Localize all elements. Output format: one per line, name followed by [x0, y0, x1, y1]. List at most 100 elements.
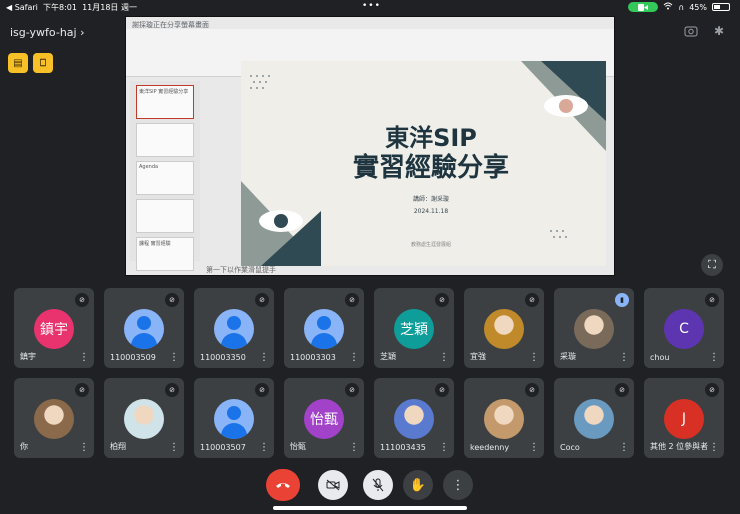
participant-tile[interactable]: ⊘ 芝穎 芝穎 ⋮: [374, 288, 454, 368]
presentation-badge-icon[interactable]: ▤: [8, 53, 28, 73]
back-to-app[interactable]: ◀ Safari: [6, 3, 38, 12]
participant-name: 你: [20, 442, 28, 451]
mic-toggle-button[interactable]: [363, 470, 393, 500]
person-head-icon: [227, 406, 241, 420]
person-body-icon: [221, 423, 247, 439]
participant-name: 芝穎: [380, 352, 396, 361]
more-options-button[interactable]: ⋮: [443, 470, 473, 500]
switch-camera-icon[interactable]: [682, 22, 700, 40]
wifi-icon: [663, 2, 673, 12]
participant-tile[interactable]: ▮ 采璇 ⋮: [554, 288, 634, 368]
shared-screen-status: 第一下以作業滑鼠提手: [206, 266, 276, 274]
slide-footer: 教務處生涯發展組: [410, 242, 451, 248]
mic-muted-icon: ⊘: [435, 383, 449, 397]
participant-name: 其他 2 位參與者: [650, 442, 709, 451]
mic-muted-icon: ⊘: [165, 293, 179, 307]
participant-name: 110003350: [200, 353, 246, 362]
more-vert-icon[interactable]: ⋮: [709, 443, 719, 453]
slide-speaker: 講師：謝采璇: [412, 196, 449, 203]
more-vert-icon[interactable]: ⋮: [349, 443, 359, 453]
avatar: [124, 309, 164, 349]
more-vert-icon[interactable]: ⋮: [709, 353, 719, 363]
more-vert-icon[interactable]: ⋮: [619, 353, 629, 363]
participant-name: 怡甄: [290, 442, 306, 451]
more-vert-icon[interactable]: ⋮: [349, 353, 359, 363]
slide-title-line2: 實習經驗分享: [352, 153, 509, 183]
person-body-icon: [311, 333, 337, 349]
status-left: ◀ Safari 下午8:01 11月18日 週一: [6, 2, 137, 13]
more-vert-icon[interactable]: ⋮: [259, 443, 269, 453]
participant-tile[interactable]: ⊘ 111003435 ⋮: [374, 378, 454, 458]
more-vert-icon[interactable]: ⋮: [169, 443, 179, 453]
participant-tile[interactable]: ⊘ 110003350 ⋮: [194, 288, 274, 368]
mic-muted-icon: ⊘: [255, 293, 269, 307]
home-indicator[interactable]: [273, 506, 467, 510]
participant-name: 110003509: [110, 353, 156, 362]
participant-tile[interactable]: ⊘ 怡甄 怡甄 ⋮: [284, 378, 364, 458]
participant-name: 111003435: [380, 443, 426, 452]
status-right: ∩ 45%: [628, 2, 730, 12]
slide-title-line1: 東洋SIP: [385, 124, 477, 152]
avatar: [304, 309, 344, 349]
active-call-pill-icon[interactable]: [628, 2, 659, 12]
participant-tile[interactable]: ⊘ 110003509 ⋮: [104, 288, 184, 368]
mic-muted-icon: ⊘: [75, 293, 89, 307]
mic-muted-icon: ⊘: [525, 383, 539, 397]
participant-tile[interactable]: ⊘ 鎮宇 鎮宇 ⋮: [14, 288, 94, 368]
bluetooth-audio-icon[interactable]: ✱: [710, 22, 728, 40]
slide-title: 東洋SIP 實習經驗分享: [311, 123, 551, 183]
avatar: 芝穎: [394, 309, 434, 349]
mic-muted-icon: ⊘: [705, 293, 719, 307]
avatar: [214, 399, 254, 439]
multitasking-dots-icon[interactable]: •••: [362, 1, 381, 11]
avatar: [484, 399, 524, 439]
shared-screen: 謝採璇正在分享螢幕畫面 東洋SIP 實習經驗分享 Agenda 課程 實習經驗: [125, 16, 615, 276]
raise-hand-button[interactable]: ✋: [403, 470, 433, 500]
end-call-button[interactable]: [266, 469, 300, 501]
more-vert-icon[interactable]: ⋮: [529, 353, 539, 363]
participant-tile[interactable]: ⊘ J 其他 2 位參與者 ⋮: [644, 378, 724, 458]
participant-tile[interactable]: ⊘ 柏翔 ⋮: [104, 378, 184, 458]
more-vert-icon[interactable]: ⋮: [529, 443, 539, 453]
person-head-icon: [137, 316, 151, 330]
participant-tile[interactable]: ⊘ 宜強 ⋮: [464, 288, 544, 368]
meeting-code-text: isg-ywfo-haj: [10, 26, 77, 39]
avatar: 鎮宇: [34, 309, 74, 349]
participant-tile[interactable]: ⊘ 你 ⋮: [14, 378, 94, 458]
host-badges: ▤ ⎕: [8, 53, 53, 73]
avatar: C: [664, 309, 704, 349]
more-vert-icon[interactable]: ⋮: [439, 353, 449, 363]
speaking-indicator-icon: ▮: [615, 293, 629, 307]
meeting-code[interactable]: isg-ywfo-haj ›: [10, 26, 85, 39]
person-head-icon: [317, 316, 331, 330]
mic-muted-icon: ⊘: [75, 383, 89, 397]
more-vert-icon[interactable]: ⋮: [259, 353, 269, 363]
fullscreen-button[interactable]: ⛶: [701, 254, 723, 276]
camera-off-icon: [326, 479, 340, 491]
participant-tile[interactable]: ⊘ Coco ⋮: [554, 378, 634, 458]
battery-icon: [712, 3, 730, 11]
participant-tile[interactable]: ⊘ keedenny ⋮: [464, 378, 544, 458]
door-badge-icon[interactable]: ⎕: [33, 53, 53, 73]
participant-name: chou: [650, 353, 670, 362]
slide-thumb: [136, 123, 194, 157]
more-vert-icon[interactable]: ⋮: [169, 353, 179, 363]
participant-tile[interactable]: ⊘ 110003303 ⋮: [284, 288, 364, 368]
mic-muted-icon: ⊘: [165, 383, 179, 397]
avatar: [574, 399, 614, 439]
status-time: 下午8:01: [43, 3, 77, 12]
slide-thumb: 東洋SIP 實習經驗分享: [136, 85, 194, 119]
slide-thumbnails: 東洋SIP 實習經驗分享 Agenda 課程 實習經驗: [130, 81, 200, 271]
more-vert-icon[interactable]: ⋮: [79, 353, 89, 363]
hand-icon: ✋: [409, 477, 427, 493]
mic-muted-icon: ⊘: [435, 293, 449, 307]
more-vert-icon[interactable]: ⋮: [79, 443, 89, 453]
more-vert-icon[interactable]: ⋮: [439, 443, 449, 453]
more-vert-icon[interactable]: ⋮: [619, 443, 629, 453]
participant-tile[interactable]: ⊘ Cchou ⋮: [644, 288, 724, 368]
participant-tile[interactable]: ⊘ 110003507 ⋮: [194, 378, 274, 458]
avatar: [394, 399, 434, 439]
camera-toggle-button[interactable]: [318, 470, 348, 500]
avatar: [34, 399, 74, 439]
avatar: [484, 309, 524, 349]
